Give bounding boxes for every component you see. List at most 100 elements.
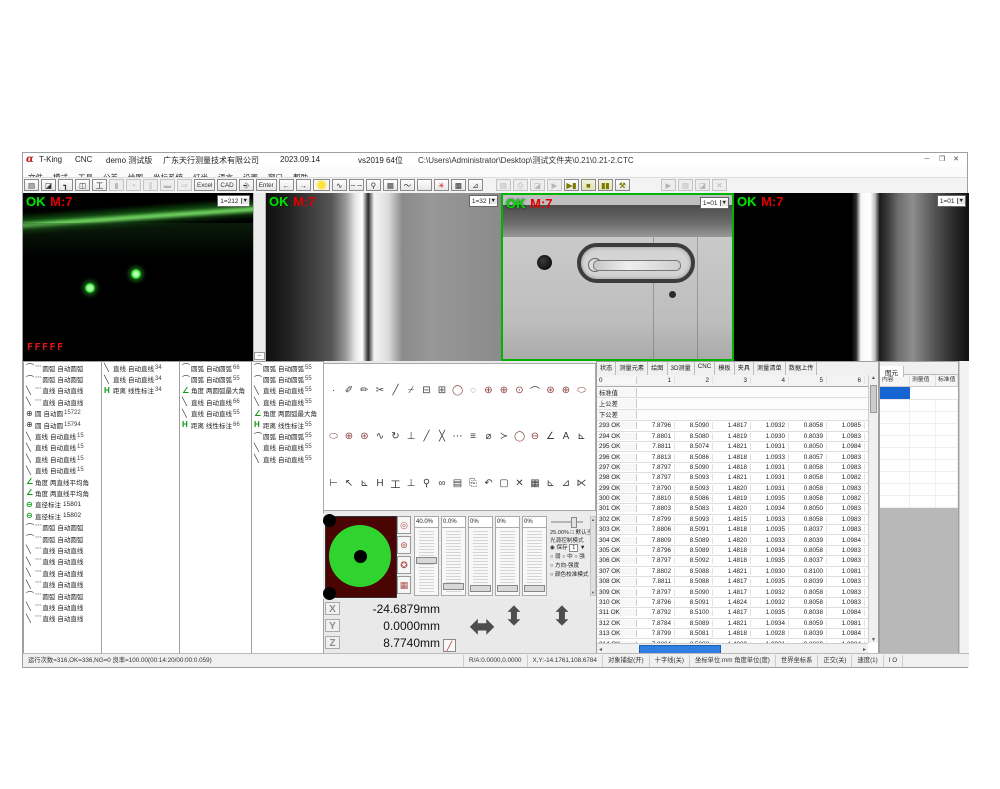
tool-icon[interactable]: ◯ — [452, 385, 463, 396]
toolbar-excel-export-button[interactable]: Excel — [194, 179, 215, 191]
save-slot-dropdown[interactable]: 1 — [569, 544, 578, 552]
tool-icon[interactable]: ⊿ — [561, 478, 572, 489]
tab-模板[interactable]: 模板 — [715, 362, 734, 375]
toolbar-print-button[interactable]: ⎙ — [513, 179, 528, 191]
ring-light-indicator[interactable] — [325, 516, 397, 598]
toolbar-plug-button[interactable]: ⎆ — [239, 179, 254, 191]
tool-icon[interactable]: ∠ — [545, 431, 556, 442]
element-empty-row[interactable] — [880, 496, 958, 508]
list-item[interactable]: ╲***直线自动直线 — [24, 567, 101, 578]
list-item[interactable]: ⌒圆弧自动圆弧66 — [180, 362, 251, 373]
slider-thumb[interactable] — [524, 585, 545, 592]
list-item[interactable]: ╲直线自动直线55 — [252, 396, 323, 407]
list-item[interactable]: ⊖直径标注15802 — [24, 510, 101, 521]
toolbar-probe-down-button[interactable]: ◔ — [126, 179, 141, 191]
chevron-down-icon[interactable]: ▼ — [489, 198, 497, 204]
tool-icon[interactable]: ⊕ — [561, 385, 572, 396]
element-empty-row[interactable] — [880, 484, 958, 496]
list-item[interactable]: ⌒圆弧自动圆弧55 — [252, 430, 323, 441]
camera-view-1[interactable]: OK M:7 1=212 ▼ FFFFF — [23, 193, 253, 361]
level-low-label[interactable]: 弱 — [555, 554, 561, 560]
element-empty-row[interactable] — [880, 412, 958, 424]
resize-handle-icon[interactable]: ⇔ — [254, 352, 265, 360]
toolbar-dashes-button[interactable]: ╌ ╌ — [349, 179, 364, 191]
tool-icon[interactable]: ╱ — [421, 431, 432, 442]
element-empty-row[interactable] — [880, 448, 958, 460]
list-item[interactable]: ∠角度两直线平均角 — [24, 476, 101, 487]
list-item[interactable]: ⌒***圆弧自动圆弧 — [24, 373, 101, 384]
tool-icon[interactable]: ⊞ — [437, 385, 448, 396]
element-empty-row[interactable] — [880, 400, 958, 412]
list-item[interactable]: ╲***直线自动直线 — [24, 578, 101, 589]
tool-icon[interactable]: ⊙ — [514, 385, 525, 396]
toolbar-open-far-button[interactable]: ◪ — [695, 179, 710, 191]
tool-icon[interactable]: ∿ — [375, 431, 386, 442]
camera-view-4[interactable]: OK M:7 1=01 ▼ — [734, 193, 969, 361]
toolbar-save-far-button[interactable]: ▤ — [678, 179, 693, 191]
tool-icon[interactable]: ⊟ — [421, 385, 432, 396]
chevron-down-icon[interactable]: ▼ — [580, 545, 586, 551]
tool-icon[interactable]: ⋯ — [452, 431, 463, 442]
table-row[interactable]: 313 OK7.87998.50811.48181.09280.80391.09… — [597, 629, 868, 639]
radio-off-icon[interactable]: ○ — [574, 554, 577, 560]
table-row[interactable]: 299 OK7.87908.50931.48201.09310.80581.09… — [597, 484, 868, 494]
list-item[interactable]: ╲直线自动直线55 — [252, 442, 323, 453]
table-row[interactable]: 312 OK7.87848.50891.48211.09340.80591.09… — [597, 619, 868, 629]
vertical-scrollbar[interactable]: ▲ ▼ — [868, 375, 878, 643]
tab-状态[interactable]: 状态 — [597, 362, 616, 375]
tool-icon[interactable]: ≡ — [468, 431, 479, 442]
tab-3D测量[interactable]: 3D测量 — [668, 362, 695, 375]
tool-icon[interactable]: ✏ — [359, 385, 370, 396]
slider-thumb[interactable] — [416, 557, 437, 564]
tool-icon[interactable]: ⊾ — [359, 478, 370, 489]
light-channel-slider[interactable]: 0% — [522, 516, 547, 596]
tool-icon[interactable]: ✐ — [344, 385, 355, 396]
list-item[interactable]: ╲直线自动直线15 — [24, 453, 101, 464]
light-channel-slider[interactable]: 0% — [495, 516, 520, 596]
table-row[interactable]: 305 OK7.87968.50891.48181.09340.80581.09… — [597, 546, 868, 556]
chevron-down-icon[interactable]: ▼ — [957, 198, 965, 204]
list-item[interactable]: ∠角度两圆弧最大角 — [180, 385, 251, 396]
tool-icon[interactable]: ⊢ — [328, 478, 339, 489]
camera-view-3-selected[interactable]: OK M:7 1=01 ▼ — [501, 193, 734, 361]
list-item[interactable]: ∠角度两直线平均角 — [24, 487, 101, 498]
jog-vertical-icon[interactable]: ⬍ — [503, 601, 525, 632]
tab-绘图[interactable]: 绘图 — [648, 362, 667, 375]
tab-测量元素[interactable]: 测量元素 — [616, 362, 648, 375]
tool-icon[interactable]: ↻ — [390, 431, 401, 442]
tool-icon[interactable]: ◌ — [468, 385, 479, 396]
list-item[interactable]: ⌒***圆弧自动圆弧 — [24, 590, 101, 601]
light-channel-slider[interactable]: 0% — [468, 516, 493, 596]
element-empty-row[interactable] — [880, 436, 958, 448]
direction-intensity-label[interactable]: 方向-强度 — [555, 563, 579, 569]
table-row[interactable]: 293 OK7.87968.50901.48171.09320.80581.09… — [597, 421, 868, 431]
scroll-left-icon[interactable]: ◂ — [599, 646, 602, 653]
toolbar-folder-2-button[interactable]: ◪ — [530, 179, 545, 191]
list-item[interactable]: ╲直线自动直线15 — [24, 465, 101, 476]
table-row[interactable]: 310 OK7.87968.50911.48241.09320.80581.09… — [597, 598, 868, 608]
toolbar-enter-button[interactable]: Enter — [256, 179, 277, 191]
minimize-button[interactable]: ─ — [919, 154, 935, 165]
tool-icon[interactable]: ⊥ — [406, 431, 417, 442]
toolbar-save-button[interactable]: ▤ — [24, 179, 39, 191]
list-item[interactable]: ╲直线自动直线34 — [102, 362, 179, 373]
table-row[interactable]: 304 OK7.88098.50891.48201.09330.80391.09… — [597, 535, 868, 545]
selected-cell[interactable] — [880, 387, 910, 399]
scrollbar-thumb[interactable] — [870, 385, 877, 413]
light-mode-button[interactable]: ▦ — [397, 576, 411, 594]
toolbar-cut-far-button[interactable]: ✕ — [712, 179, 727, 191]
radio-off-icon[interactable]: ○ — [562, 554, 565, 560]
tool-icon[interactable]: H — [375, 478, 386, 489]
list-item[interactable]: ⊖直径标注15801 — [24, 499, 101, 510]
list-item[interactable]: ⌒圆弧自动圆弧55 — [180, 373, 251, 384]
tab-夹具[interactable]: 夹具 — [735, 362, 754, 375]
save-mode-label[interactable]: 保存 — [556, 545, 567, 551]
list-item[interactable]: ╲***直线自动直线 — [24, 601, 101, 612]
tool-icon[interactable]: ⌒ — [530, 383, 541, 398]
tool-icon[interactable]: ⊖ — [530, 431, 541, 442]
table-row[interactable]: 300 OK7.88108.50861.48191.09350.80581.09… — [597, 494, 868, 504]
tool-icon[interactable]: ↶ — [483, 478, 494, 489]
slider-thumb[interactable] — [571, 517, 577, 528]
table-row[interactable]: 301 OK7.88038.50831.48201.09340.80501.09… — [597, 504, 868, 514]
radio-on-icon[interactable]: ◉ — [550, 545, 555, 551]
